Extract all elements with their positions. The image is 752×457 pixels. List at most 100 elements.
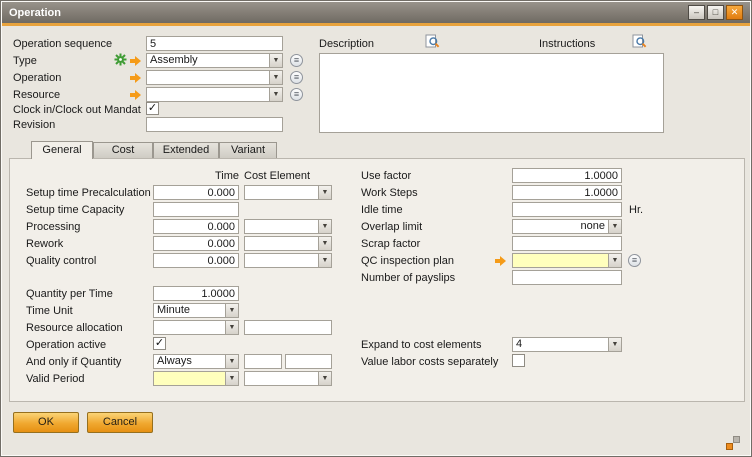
instructions-zoom-icon[interactable] bbox=[632, 34, 647, 49]
chevron-down-icon[interactable]: ▼ bbox=[225, 321, 238, 334]
use-factor-input[interactable] bbox=[512, 168, 622, 183]
clock-mandatory-checkbox[interactable]: ✓ bbox=[146, 102, 159, 115]
description-zoom-icon[interactable] bbox=[425, 34, 440, 49]
window-title: Operation bbox=[9, 7, 61, 19]
chevron-down-icon[interactable]: ▼ bbox=[318, 237, 331, 250]
combo-value: 4 bbox=[513, 338, 608, 351]
processing-label: Processing bbox=[26, 220, 80, 234]
quantity-per-time-input[interactable] bbox=[153, 286, 239, 301]
ok-button[interactable]: OK bbox=[13, 412, 79, 433]
tab-general[interactable]: General bbox=[31, 141, 93, 159]
gear-icon[interactable] bbox=[114, 53, 127, 66]
link-arrow-icon[interactable] bbox=[130, 56, 142, 66]
resource-allocation-extra-input[interactable] bbox=[244, 320, 332, 335]
description-label: Description bbox=[319, 37, 374, 51]
maximize-button[interactable]: □ bbox=[707, 5, 724, 20]
grip-square bbox=[733, 436, 740, 443]
setup-capacity-label: Setup time Capacity bbox=[26, 203, 124, 217]
chevron-down-icon[interactable]: ▼ bbox=[608, 254, 621, 267]
setup-capacity-time-input[interactable] bbox=[153, 202, 239, 217]
work-steps-input[interactable] bbox=[512, 185, 622, 200]
close-button[interactable]: ✕ bbox=[726, 5, 743, 20]
value-help-icon[interactable]: ≡ bbox=[628, 254, 641, 267]
cancel-button[interactable]: Cancel bbox=[87, 412, 153, 433]
description-textarea[interactable] bbox=[319, 53, 664, 133]
tab-extended[interactable]: Extended bbox=[153, 142, 219, 158]
minimize-button[interactable]: – bbox=[688, 5, 705, 20]
chevron-down-icon[interactable]: ▼ bbox=[225, 372, 238, 385]
chevron-down-icon[interactable]: ▼ bbox=[318, 186, 331, 199]
quantity-from-input[interactable] bbox=[244, 354, 282, 369]
resize-grip[interactable] bbox=[725, 435, 741, 451]
tab-cost[interactable]: Cost bbox=[93, 142, 153, 158]
quality-control-cost-combo[interactable]: ▼ bbox=[244, 253, 332, 268]
chevron-down-icon[interactable]: ▼ bbox=[269, 71, 282, 84]
chevron-down-icon[interactable]: ▼ bbox=[225, 304, 238, 317]
operation-active-label: Operation active bbox=[26, 338, 106, 352]
quantity-to-input[interactable] bbox=[285, 354, 332, 369]
clock-mandatory-label: Clock in/Clock out Mandat bbox=[13, 103, 141, 117]
use-factor-label: Use factor bbox=[361, 169, 411, 183]
combo-value bbox=[245, 220, 318, 233]
tab-variant[interactable]: Variant bbox=[219, 142, 277, 158]
scrap-factor-label: Scrap factor bbox=[361, 237, 420, 251]
value-help-icon[interactable]: ≡ bbox=[290, 71, 303, 84]
title-bar: Operation – □ ✕ bbox=[2, 2, 750, 23]
and-only-if-quantity-label: And only if Quantity bbox=[26, 355, 121, 369]
resource-label: Resource bbox=[13, 88, 60, 102]
link-arrow-icon[interactable] bbox=[495, 256, 507, 266]
processing-time-input[interactable] bbox=[153, 219, 239, 234]
rework-label: Rework bbox=[26, 237, 63, 251]
time-unit-combo[interactable]: Minute ▼ bbox=[153, 303, 239, 318]
operation-combo[interactable]: ▼ bbox=[146, 70, 283, 85]
setup-precalculation-time-input[interactable] bbox=[153, 185, 239, 200]
number-of-payslips-label: Number of payslips bbox=[361, 271, 455, 285]
window-controls: – □ ✕ bbox=[688, 5, 743, 20]
type-combo-value: Assembly bbox=[147, 54, 269, 67]
chevron-down-icon[interactable]: ▼ bbox=[225, 355, 238, 368]
setup-precalculation-cost-combo[interactable]: ▼ bbox=[244, 185, 332, 200]
resource-combo-value bbox=[147, 88, 269, 101]
chevron-down-icon[interactable]: ▼ bbox=[318, 254, 331, 267]
value-help-icon[interactable]: ≡ bbox=[290, 88, 303, 101]
idle-time-label: Idle time bbox=[361, 203, 403, 217]
type-label: Type bbox=[13, 54, 37, 68]
combo-value: Minute bbox=[154, 304, 225, 317]
processing-cost-combo[interactable]: ▼ bbox=[244, 219, 332, 234]
revision-input[interactable] bbox=[146, 117, 283, 132]
chevron-down-icon[interactable]: ▼ bbox=[269, 88, 282, 101]
combo-value bbox=[154, 372, 225, 385]
operation-active-checkbox[interactable]: ✓ bbox=[153, 337, 166, 350]
rework-cost-combo[interactable]: ▼ bbox=[244, 236, 332, 251]
combo-value bbox=[513, 254, 608, 267]
value-help-icon[interactable]: ≡ bbox=[290, 54, 303, 67]
chevron-down-icon[interactable]: ▼ bbox=[269, 54, 282, 67]
grip-square bbox=[726, 443, 733, 450]
qc-inspection-plan-combo[interactable]: ▼ bbox=[512, 253, 622, 268]
resource-combo[interactable]: ▼ bbox=[146, 87, 283, 102]
chevron-down-icon[interactable]: ▼ bbox=[608, 338, 621, 351]
operation-label: Operation bbox=[13, 71, 61, 85]
number-of-payslips-input[interactable] bbox=[512, 270, 622, 285]
and-only-if-quantity-combo[interactable]: Always ▼ bbox=[153, 354, 239, 369]
valid-period-combo[interactable]: ▼ bbox=[153, 371, 239, 386]
chevron-down-icon[interactable]: ▼ bbox=[608, 220, 621, 233]
chevron-down-icon[interactable]: ▼ bbox=[318, 220, 331, 233]
valid-period-to-combo[interactable]: ▼ bbox=[244, 371, 332, 386]
idle-time-input[interactable] bbox=[512, 202, 622, 217]
overlap-limit-combo[interactable]: none ▼ bbox=[512, 219, 622, 234]
operation-sequence-input[interactable] bbox=[146, 36, 283, 51]
resource-allocation-combo[interactable]: ▼ bbox=[153, 320, 239, 335]
operation-combo-value bbox=[147, 71, 269, 84]
rework-time-input[interactable] bbox=[153, 236, 239, 251]
combo-value bbox=[154, 321, 225, 334]
chevron-down-icon[interactable]: ▼ bbox=[318, 372, 331, 385]
quality-control-time-input[interactable] bbox=[153, 253, 239, 268]
link-arrow-icon[interactable] bbox=[130, 90, 142, 100]
operation-window: Operation – □ ✕ Operation sequence Type … bbox=[0, 0, 752, 457]
scrap-factor-input[interactable] bbox=[512, 236, 622, 251]
type-combo[interactable]: Assembly ▼ bbox=[146, 53, 283, 68]
link-arrow-icon[interactable] bbox=[130, 73, 142, 83]
expand-to-cost-elements-combo[interactable]: 4 ▼ bbox=[512, 337, 622, 352]
value-labor-costs-checkbox[interactable] bbox=[512, 354, 525, 367]
